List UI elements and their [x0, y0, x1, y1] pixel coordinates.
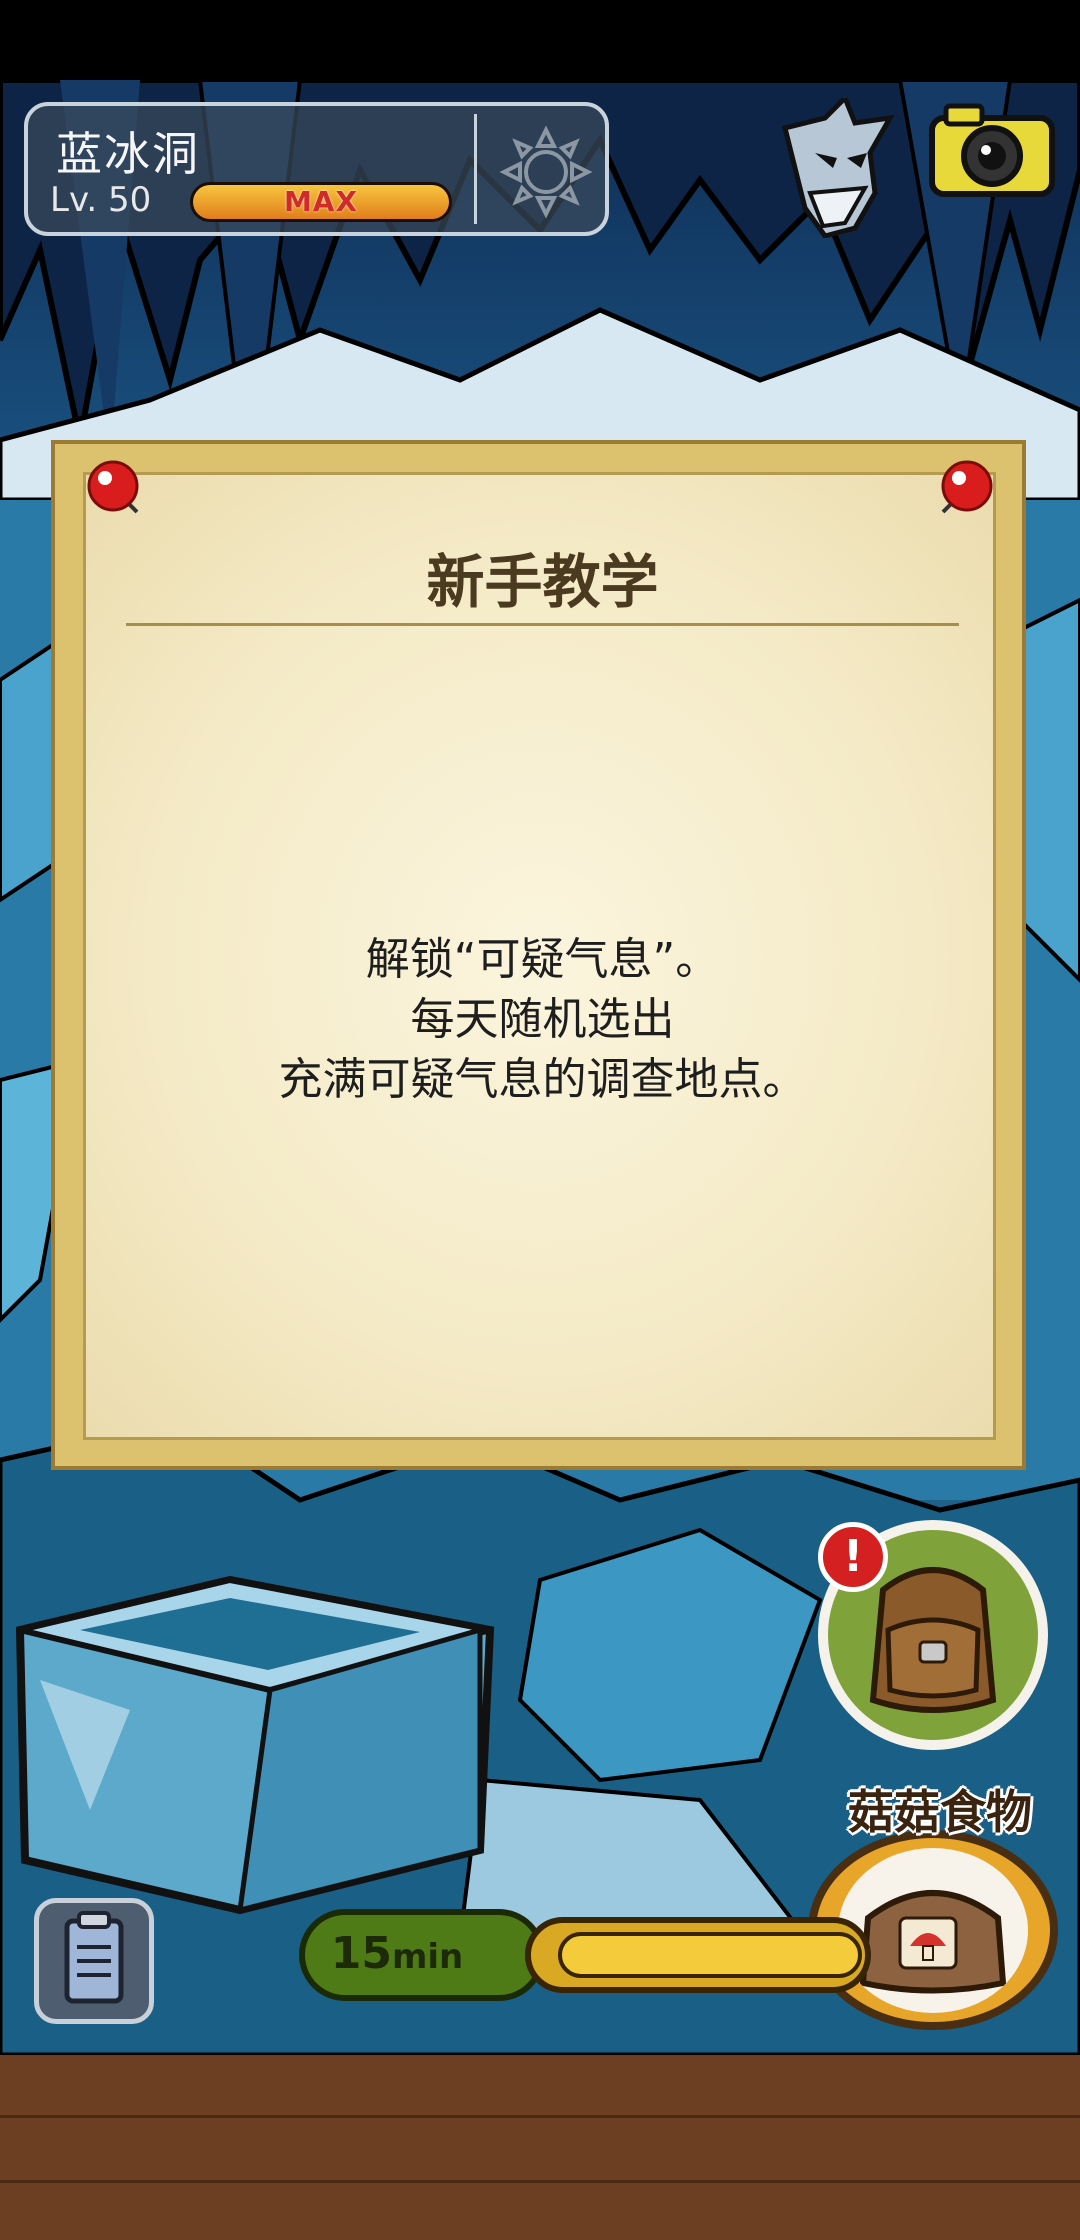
- wooden-floor: [0, 2055, 1080, 2240]
- status-bar: [0, 0, 1080, 80]
- timer-label: 15min: [322, 1918, 472, 1990]
- pushpin-icon: [87, 460, 139, 514]
- notice-paper: 新手教学 解锁“可疑气息”。 每天随机选出 充满可疑气息的调查地点。: [83, 472, 996, 1440]
- level-progress-bar: MAX: [190, 182, 452, 222]
- character-portrait-icon[interactable]: [775, 98, 895, 238]
- camera-icon[interactable]: [928, 100, 1056, 198]
- alert-icon: !: [818, 1522, 888, 1592]
- timer-unit: min: [391, 1937, 464, 1977]
- timer-value: 15: [330, 1928, 392, 1979]
- floor-plank-line: [0, 2180, 1080, 2183]
- ice-block[interactable]: [10, 1480, 510, 1920]
- location-level-label: Lv. 50: [50, 180, 152, 220]
- tutorial-notice-board: 新手教学 解锁“可疑气息”。 每天随机选出 充满可疑气息的调查地点。: [51, 440, 1026, 1470]
- panel-divider: [474, 114, 477, 224]
- notice-title-divider: [126, 623, 959, 626]
- location-panel[interactable]: 蓝冰洞 Lv. 50 MAX: [24, 102, 609, 236]
- notice-line-2: 每天随机选出: [410, 994, 675, 1045]
- sun-icon[interactable]: [498, 124, 594, 220]
- level-max-text: MAX: [283, 185, 359, 218]
- mushroom-food-label: 菇菇食物: [848, 1785, 1032, 1839]
- notice-body: 解锁“可疑气息”。 每天随机选出 充满可疑气息的调查地点。: [86, 930, 999, 1110]
- clipboard-icon: [64, 1911, 124, 2004]
- clipboard-button[interactable]: [34, 1898, 154, 2024]
- location-name: 蓝冰洞: [56, 127, 200, 181]
- notice-line-3: 充满可疑气息的调查地点。: [278, 1054, 807, 1105]
- notice-line-1: 解锁“可疑气息”。: [365, 934, 720, 985]
- floor-plank-line: [0, 2115, 1080, 2118]
- notice-title: 新手教学: [426, 548, 659, 616]
- pushpin-icon: [941, 460, 993, 514]
